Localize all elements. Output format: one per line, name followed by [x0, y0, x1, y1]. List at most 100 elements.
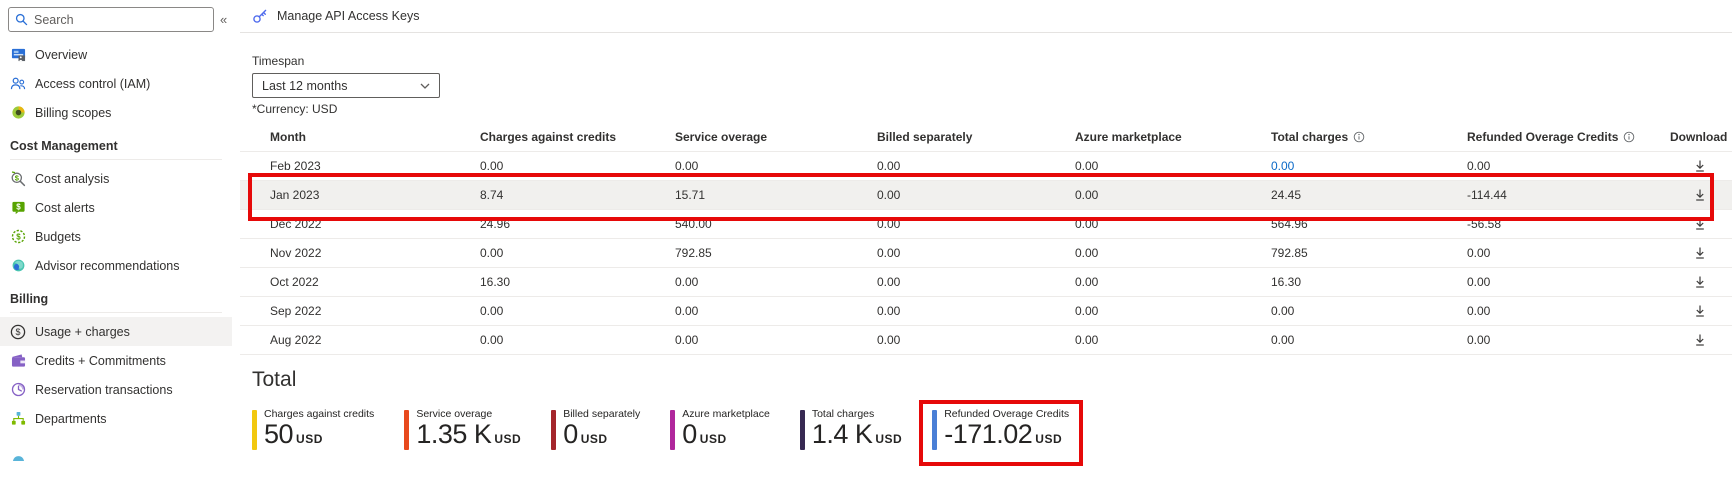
column-header-label: Billed separately	[877, 130, 972, 144]
value-cell: 0.00	[1467, 304, 1670, 318]
value-cell: 8.74	[480, 188, 675, 202]
download-button[interactable]	[1670, 333, 1730, 347]
sidebar-item-label: Budgets	[35, 230, 81, 244]
sidebar-item-advisor-recommendations[interactable]: Advisor recommendations	[0, 251, 232, 280]
column-header-label: Total charges	[1271, 130, 1348, 144]
value-cell: 0.00	[675, 275, 877, 289]
collapse-sidebar-icon[interactable]: «	[220, 12, 227, 27]
sidebar-item-reservation-transactions[interactable]: Reservation transactions	[0, 375, 232, 404]
value-cell: 0.00	[1075, 304, 1271, 318]
cost-alerts-icon: $	[10, 200, 26, 216]
value-cell: 0.00	[1075, 159, 1271, 173]
sidebar-item-label: Billing scopes	[35, 106, 111, 120]
value-cell: 0.00	[1075, 275, 1271, 289]
sidebar-section-header: Billing	[0, 280, 232, 312]
tile-value-unit: USD	[296, 432, 323, 446]
value-cell: 540.00	[675, 217, 877, 231]
tile-value-number: 1.4 K	[812, 419, 873, 449]
sidebar: « Overview Access control (IAM) Billing sc…	[0, 0, 232, 478]
sidebar-item-credits-commitments[interactable]: Credits + Commitments	[0, 346, 232, 375]
sidebar-section-divider	[10, 159, 222, 160]
info-icon[interactable]	[1623, 131, 1635, 143]
month-cell: Sep 2022	[270, 304, 480, 318]
download-button[interactable]	[1670, 275, 1730, 289]
value-cell: 15.71	[675, 188, 877, 202]
search-icon	[15, 13, 28, 26]
total-tile-charges-against-credits: Charges against credits50USD	[252, 406, 374, 452]
column-header-azure-marketplace: Azure marketplace	[1075, 130, 1271, 144]
value-cell: 0.00	[877, 188, 1075, 202]
download-button[interactable]	[1670, 188, 1730, 202]
download-button[interactable]	[1670, 304, 1730, 318]
sidebar-item-label: Access control (IAM)	[35, 77, 150, 91]
value-cell: 0.00	[675, 159, 877, 173]
sidebar-item-access-control-iam[interactable]: Access control (IAM)	[0, 69, 232, 98]
sidebar-item-usage-charges[interactable]: $Usage + charges	[0, 317, 232, 346]
value-cell: 0.00	[877, 333, 1075, 347]
download-icon	[1693, 275, 1707, 289]
sidebar-item-overview[interactable]: Overview	[0, 40, 232, 69]
reservation-transactions-icon	[10, 382, 26, 398]
value-cell: 0.00	[877, 159, 1075, 173]
cost-analysis-icon: $	[10, 171, 26, 187]
sidebar-item-budgets[interactable]: $ Budgets	[0, 222, 232, 251]
download-button[interactable]	[1670, 159, 1730, 173]
billing-scopes-icon	[10, 105, 26, 121]
tile-value-unit: USD	[875, 432, 902, 446]
column-header-total-charges: Total charges	[1271, 130, 1467, 144]
value-cell: 0.00	[1467, 159, 1670, 173]
table-row-sep-2022: Sep 20220.000.000.000.000.000.00	[240, 297, 1732, 326]
value-cell: 0.00	[1075, 188, 1271, 202]
search-input[interactable]	[34, 13, 207, 27]
month-cell: Jan 2023	[270, 188, 480, 202]
main-content: Manage API Access Keys Timespan Last 12 …	[240, 0, 1732, 478]
search-input-container[interactable]	[8, 7, 214, 32]
value-cell: 0.00	[1467, 246, 1670, 260]
sidebar-item-label: Departments	[35, 412, 107, 426]
sidebar-item-cost-alerts[interactable]: $Cost alerts	[0, 193, 232, 222]
download-button[interactable]	[1670, 246, 1730, 260]
tile-value-number: -171.02	[944, 419, 1032, 449]
value-cell: 0.00	[1467, 275, 1670, 289]
overview-icon	[10, 47, 26, 63]
column-header-service-overage: Service overage	[675, 130, 877, 144]
svg-text:$: $	[16, 232, 21, 241]
download-icon	[1693, 217, 1707, 231]
value-cell: 0.00	[480, 246, 675, 260]
tile-value: -171.02USD	[944, 421, 1069, 448]
month-cell: Dec 2022	[270, 217, 480, 231]
table-row-aug-2022: Aug 20220.000.000.000.000.000.00	[240, 326, 1732, 355]
value-cell: 564.96	[1271, 217, 1467, 231]
credits-commitments-icon	[10, 353, 26, 369]
info-icon[interactable]	[1353, 131, 1365, 143]
column-header-charges-against-credits: Charges against credits	[480, 130, 675, 144]
usage-charges-icon: $	[10, 324, 26, 340]
table-row-feb-2023: Feb 20230.000.000.000.000.000.00	[240, 152, 1732, 181]
month-cell: Feb 2023	[270, 159, 480, 173]
manage-api-access-keys-button[interactable]: Manage API Access Keys	[252, 8, 419, 24]
value-cell: 0.00	[1271, 333, 1467, 347]
tile-value-number: 0	[563, 419, 578, 449]
svg-text:$: $	[16, 203, 21, 212]
total-tile-total-charges: Total charges1.4 KUSD	[800, 406, 902, 452]
value-cell: 24.45	[1271, 188, 1467, 202]
sidebar-item-billing-scopes[interactable]: Billing scopes	[0, 98, 232, 127]
download-icon	[1693, 159, 1707, 173]
sidebar-menu: Overview Access control (IAM) Billing scop…	[0, 40, 232, 462]
value-cell: -56.58	[1467, 217, 1670, 231]
value-cell: 792.85	[675, 246, 877, 260]
tile-color-bar	[404, 410, 409, 450]
tile-value: 0USD	[563, 421, 640, 448]
sidebar-item-cutoff[interactable]	[0, 433, 232, 462]
column-header-label: Charges against credits	[480, 130, 616, 144]
value-cell: 16.30	[480, 275, 675, 289]
sidebar-item-departments[interactable]: Departments	[0, 404, 232, 433]
tile-value-number: 1.35 K	[416, 419, 491, 449]
column-header-billed-separately: Billed separately	[877, 130, 1075, 144]
value-cell: 0.00	[675, 304, 877, 318]
total-charges-link[interactable]: 0.00	[1271, 159, 1467, 173]
sidebar-item-cost-analysis[interactable]: $Cost analysis	[0, 164, 232, 193]
value-cell: 0.00	[877, 217, 1075, 231]
timespan-dropdown[interactable]: Last 12 months	[252, 73, 440, 98]
download-button[interactable]	[1670, 217, 1730, 231]
